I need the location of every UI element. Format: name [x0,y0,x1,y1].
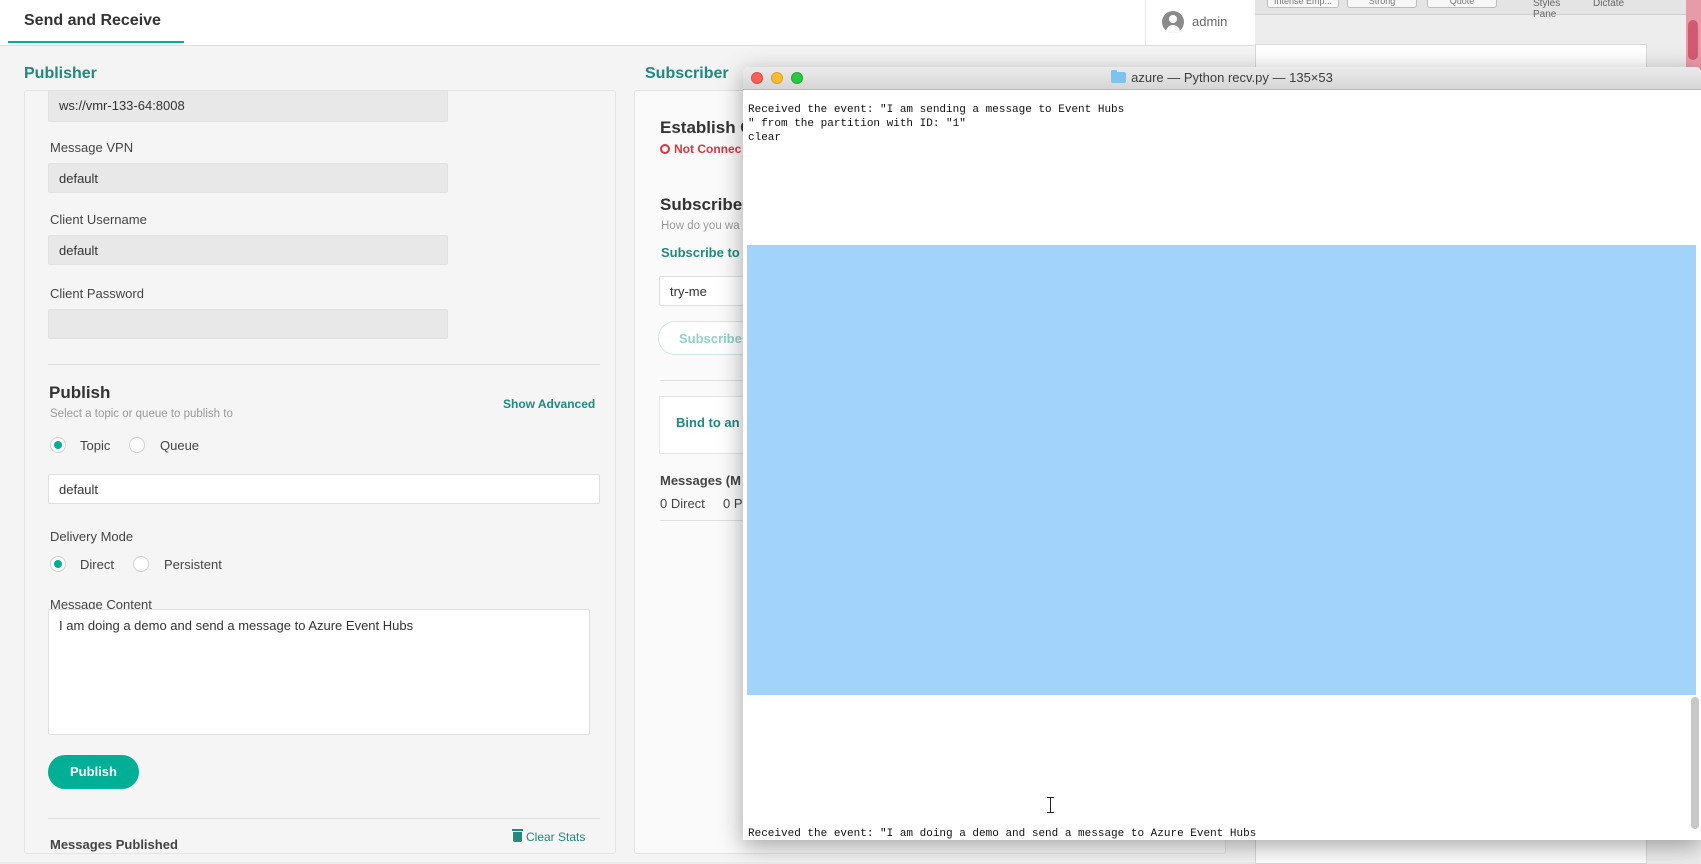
radio-topic[interactable] [50,437,66,453]
desktop-wallpaper [1686,0,1701,70]
connection-status: Not Connec [660,142,741,156]
publish-hint: Select a topic or queue to publish to [50,408,233,420]
close-button[interactable] [751,72,763,84]
publish-heading: Publish [49,383,111,402]
terminal-output-line: clear [748,132,782,144]
publisher-card [24,90,616,854]
terminal-title-bar[interactable]: azure — Python recv.py — 135×53 [743,67,1701,90]
folder-icon [1111,70,1127,83]
username-field[interactable]: default [48,235,448,265]
subscriber-heading: Subscriber [645,65,729,82]
text-cursor-icon [1047,797,1054,813]
active-tab-indicator [8,41,184,43]
subscribe-hint: How do you wa [661,220,740,232]
radio-direct-label[interactable]: Direct [80,557,114,572]
radio-direct[interactable] [50,556,66,572]
message-content-textarea[interactable]: I am doing a demo and send a message to … [48,609,590,735]
radio-topic-label[interactable]: Topic [80,438,110,453]
messages-published-label: Messages Published [50,837,178,852]
direct-count: 0 Direct [660,496,705,511]
messages-received-label: Messages (M [660,473,741,488]
subscribe-heading: Subscribe [660,195,743,214]
dictate-button[interactable]: Dictate [1593,0,1624,9]
clear-stats-button[interactable]: Clear Stats [512,829,586,844]
publisher-heading: Publisher [24,65,97,82]
unlink-icon [660,144,670,154]
style-quote[interactable]: Quote [1427,0,1497,8]
style-strong[interactable]: Strong [1347,0,1417,8]
radio-persistent[interactable] [133,556,149,572]
divider [48,364,600,365]
trash-icon [512,829,523,842]
topic-input[interactable]: default [48,474,600,504]
styles-pane-button[interactable]: Styles Pane [1533,0,1560,20]
username-label: Client Username [50,212,147,227]
style-intense-emphasis[interactable]: Intense Emp... [1267,0,1339,8]
top-bar: Send and Receive admin [0,0,1255,46]
wallpaper-shape [1688,20,1698,60]
text-selection-highlight [747,245,1696,695]
connection-status-label: Not Connec [674,142,742,156]
subscribe-to-label: Subscribe to [661,245,740,260]
user-menu[interactable]: admin [1145,0,1256,45]
password-field[interactable] [48,309,448,339]
zoom-button[interactable] [791,72,803,84]
user-name: admin [1192,14,1228,29]
show-advanced-link[interactable]: Show Advanced [503,397,595,411]
terminal-output-line: " from the partition with ID: "1" [748,118,966,130]
radio-queue-label[interactable]: Queue [160,438,199,453]
establish-connection-heading: Establish C [660,118,753,137]
terminal-window[interactable]: azure — Python recv.py — 135×53 Received… [743,67,1701,840]
publish-button[interactable]: Publish [48,755,139,789]
terminal-last-line: Received the event: "I am doing a demo a… [748,828,1257,840]
radio-queue[interactable] [129,437,145,453]
background-ribbon: Intense Emp... Strong Quote Styles Pane … [1255,0,1701,20]
terminal-output-line: Received the event: "I am sending a mess… [748,104,1125,116]
page-title[interactable]: Send and Receive [24,12,161,30]
clear-stats-label: Clear Stats [526,830,586,844]
delivery-mode-label: Delivery Mode [50,529,134,544]
terminal-scrollbar[interactable] [1691,697,1699,829]
bind-label: Bind to an [676,415,740,430]
persistent-count: 0 P [723,496,743,511]
password-label: Client Password [50,286,144,301]
broker-url-field[interactable]: ws://vmr-133-64:8008 [48,90,448,122]
user-avatar-icon [1162,11,1184,33]
vpn-field[interactable]: default [48,163,448,193]
vpn-label: Message VPN [50,140,134,155]
terminal-title-label: azure — Python recv.py — 135×53 [1131,70,1333,85]
minimize-button[interactable] [771,72,783,84]
terminal-title: azure — Python recv.py — 135×53 [743,67,1701,89]
radio-persistent-label[interactable]: Persistent [164,557,222,572]
divider [48,818,600,819]
